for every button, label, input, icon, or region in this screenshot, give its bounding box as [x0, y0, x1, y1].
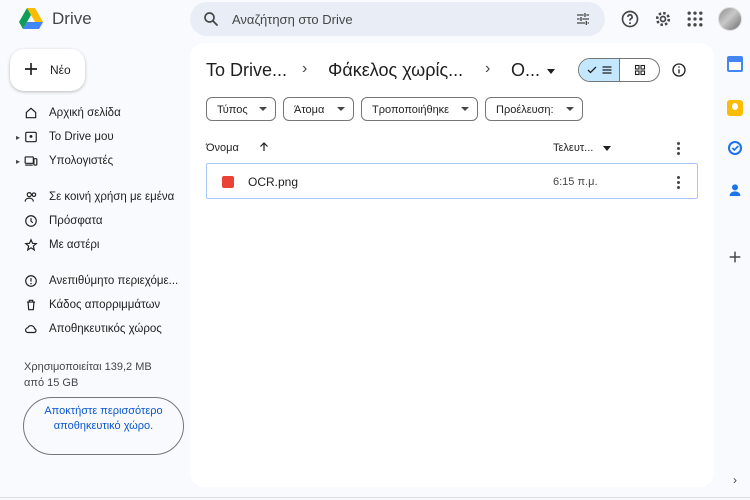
info-icon[interactable] [671, 62, 687, 78]
chevron-down-icon [566, 107, 574, 111]
shared-icon [24, 192, 37, 202]
new-button[interactable]: Νέο [10, 49, 85, 91]
sidebar-item-my-drive[interactable]: ▸ Το Drive μου [16, 127, 186, 149]
column-header-modified[interactable]: Τελευτ... [553, 142, 593, 154]
add-addon-icon[interactable] [727, 249, 743, 265]
sidebar-item-trash[interactable]: Κάδος απορριμμάτων [16, 295, 186, 317]
chip-label: Προέλευση: [496, 104, 554, 116]
column-dropdown-icon[interactable] [603, 146, 611, 151]
computers-icon [24, 156, 38, 166]
settings-icon[interactable] [653, 9, 673, 29]
chevron-down-icon [259, 107, 267, 111]
clock-icon [25, 215, 37, 227]
chevron-down-icon [461, 107, 469, 111]
breadcrumb-root[interactable]: Το Drive... [206, 60, 287, 81]
sidebar-item-home[interactable]: Αρχική σελίδα [16, 103, 186, 125]
expand-panel-icon[interactable]: › [733, 473, 737, 487]
storage-usage: Χρησιμοποιείται 139,2 MB από 15 GB [24, 359, 174, 391]
sidebar-item-label: Με αστέρι [49, 239, 100, 251]
keep-icon[interactable] [727, 100, 743, 116]
chip-label: Τροποποιήθηκε [372, 104, 450, 116]
sidebar-item-computers[interactable]: ▸ Υπολογιστές [16, 151, 186, 173]
image-file-icon [222, 176, 234, 188]
cloud-icon [25, 325, 37, 334]
search-icon[interactable] [202, 10, 220, 28]
sidebar-item-label: Πρόσφατα [49, 215, 103, 227]
breadcrumb-current[interactable]: Ο... [511, 60, 540, 81]
filter-modified-chip[interactable]: Τροποποιήθηκε [361, 97, 478, 121]
contacts-icon[interactable] [727, 182, 743, 198]
home-icon [25, 107, 37, 119]
sidebar-item-label: Αρχική σελίδα [49, 107, 121, 119]
apps-icon[interactable] [685, 9, 705, 29]
sidebar-item-label: Αποθηκευτικός χώρος [49, 323, 162, 335]
sidebar-item-starred[interactable]: Με αστέρι [16, 235, 186, 257]
search-bar[interactable]: Αναζήτηση στο Drive [190, 2, 605, 36]
sidebar-item-label: Υπολογιστές [49, 155, 114, 167]
sidebar-item-shared[interactable]: Σε κοινή χρήση με εμένα [16, 187, 186, 209]
sidebar-item-label: Σε κοινή χρήση με εμένα [49, 191, 175, 203]
more-vert-icon[interactable] [677, 142, 681, 157]
brand-name[interactable]: Drive [52, 9, 92, 29]
file-modified: 6:15 π.μ. [553, 176, 598, 188]
breadcrumb-folder[interactable]: Φάκελος χωρίς... [328, 60, 463, 81]
chip-label: Τύπος [217, 104, 248, 116]
sidebar-item-recent[interactable]: Πρόσφατα [16, 211, 186, 233]
breadcrumb-dropdown-icon[interactable] [547, 69, 555, 74]
sidebar-item-spam[interactable]: Ανεπιθύμητο περιεχόμε... [16, 271, 186, 293]
storage-total-text: από 15 GB [24, 377, 79, 389]
list-icon [602, 66, 612, 74]
tasks-icon[interactable] [727, 140, 743, 156]
grid-icon [634, 64, 646, 76]
trash-icon [26, 299, 36, 311]
my-drive-icon [25, 131, 37, 143]
help-icon[interactable] [620, 9, 640, 29]
grid-view-button[interactable] [620, 59, 659, 81]
calendar-icon[interactable] [727, 56, 743, 72]
table-row[interactable]: OCR.png 6:15 π.μ. [206, 163, 698, 199]
sidebar-item-label: Κάδος απορριμμάτων [49, 299, 161, 311]
column-header-name[interactable]: Όνομα [206, 142, 239, 154]
expand-arrow-icon[interactable]: ▸ [16, 157, 20, 166]
tune-icon[interactable] [575, 11, 591, 27]
search-input[interactable]: Αναζήτηση στο Drive [232, 12, 353, 27]
file-name[interactable]: OCR.png [248, 175, 298, 189]
avatar[interactable] [718, 7, 742, 31]
spam-icon [25, 275, 37, 287]
expand-arrow-icon[interactable]: ▸ [16, 133, 20, 142]
storage-used-text: Χρησιμοποιείται 139,2 MB [24, 361, 152, 373]
chip-label: Άτομα [294, 104, 325, 116]
plus-icon [25, 63, 37, 75]
filter-source-chip[interactable]: Προέλευση: [485, 97, 583, 121]
breadcrumb-separator-icon: › [302, 60, 308, 77]
sidebar-item-label: Ανεπιθύμητο περιεχόμε... [49, 275, 179, 287]
sidebar-item-label: Το Drive μου [49, 131, 114, 143]
row-more-vert-icon[interactable] [677, 176, 681, 191]
breadcrumb-separator-icon: › [485, 60, 491, 77]
check-icon [587, 66, 597, 74]
bottom-divider [0, 497, 750, 498]
new-button-label: Νέο [50, 63, 71, 77]
filter-type-chip[interactable]: Τύπος [206, 97, 276, 121]
list-view-button[interactable] [579, 59, 620, 81]
star-icon [24, 238, 38, 252]
chevron-down-icon [337, 107, 345, 111]
view-toggle[interactable] [578, 58, 660, 82]
filter-people-chip[interactable]: Άτομα [283, 97, 354, 121]
drive-logo-icon[interactable] [18, 6, 44, 32]
sort-arrow-up-icon[interactable] [258, 141, 270, 153]
sidebar-item-storage[interactable]: Αποθηκευτικός χώρος [16, 319, 186, 341]
get-more-storage-button[interactable]: Αποκτήστε περισσότερο αποθηκευτικό χώρο. [23, 397, 184, 455]
